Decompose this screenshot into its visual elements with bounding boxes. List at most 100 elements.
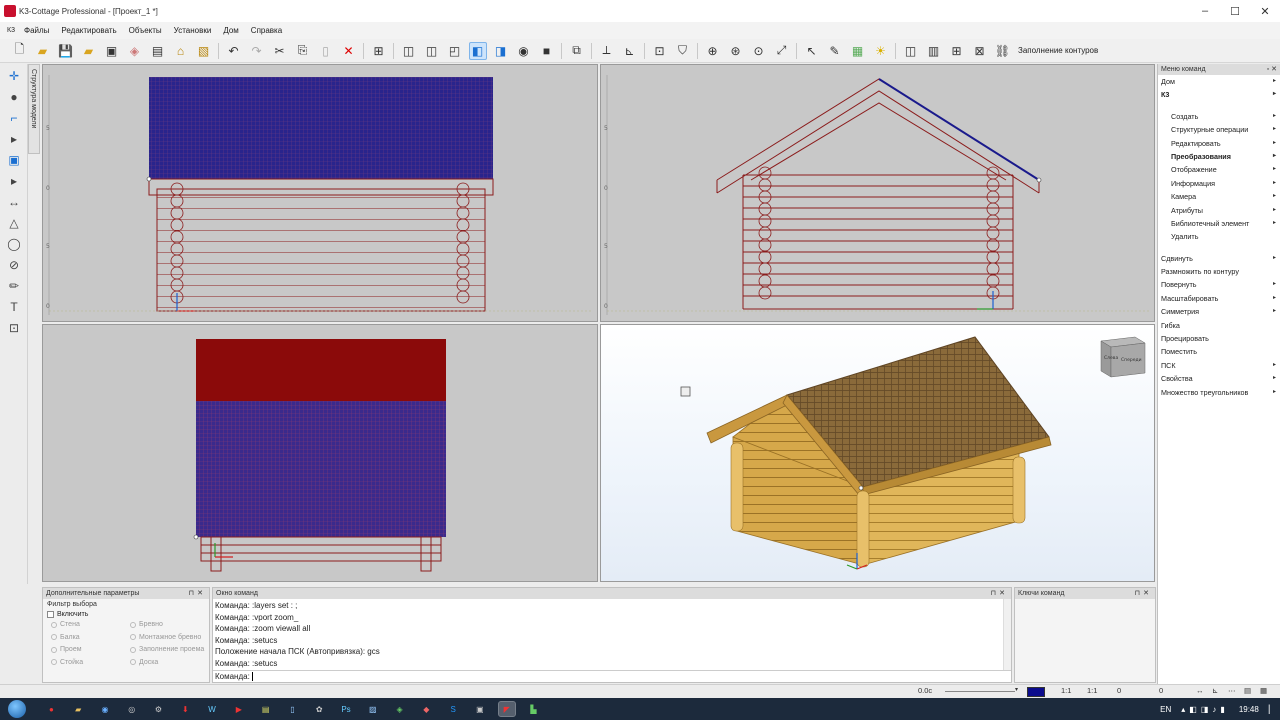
layout-icon[interactable]: ▥ [925,42,943,60]
tool-icon[interactable]: ⚙ [151,702,167,716]
open-folder-icon[interactable]: ▰ [34,42,52,60]
filter-option-post[interactable]: Стойка [51,657,130,669]
command-menu-item[interactable]: Редактировать ▸ [1158,137,1280,150]
menu-help[interactable]: Справка [245,26,288,35]
command-menu-item[interactable]: Атрибуты ▸ [1158,204,1280,217]
tray-icons[interactable]: ▴◧◨♪▮ [1181,705,1229,714]
light-bulb-icon[interactable]: ☀ [872,42,890,60]
pencil-icon[interactable]: ✏ [4,277,24,295]
view-side-icon[interactable]: ◫ [423,42,441,60]
player-icon[interactable]: ▶ [231,702,247,716]
structure-model-tab[interactable]: Структура модели [28,64,40,154]
point-icon[interactable]: ● [4,88,24,106]
clock[interactable]: 19:48 [1239,705,1259,714]
close-button[interactable]: ✕ [1250,0,1280,22]
zoom-extents-icon[interactable]: ⤢ [773,42,791,60]
photoshop-icon[interactable]: Ps [338,702,354,716]
grid-remove-icon[interactable]: ⊠ [971,42,989,60]
layers-icon[interactable]: ⧉ [568,42,586,60]
command-menu-item[interactable]: Проецировать [1158,332,1280,345]
texture-icon[interactable]: ▦ [849,42,867,60]
paste-icon[interactable]: ▯ [317,42,335,60]
filter-option-mount-log[interactable]: Монтажное бревно [130,632,209,644]
zoom-in-icon[interactable]: ⊕ [704,42,722,60]
axes-icon[interactable]: ⟂ [598,42,616,60]
shield-icon[interactable]: ⛉ [674,42,692,60]
fill-contours-icon[interactable]: ⛓ [994,42,1012,60]
split-view-icon[interactable]: ◫ [902,42,920,60]
command-menu-item[interactable]: Библиотечный элемент ▸ [1158,217,1280,230]
four-views-icon[interactable]: ⊞ [370,42,388,60]
settings-toggle-icon[interactable]: ▦ [1260,686,1267,695]
app-w-icon[interactable]: W [204,702,220,716]
text-icon[interactable]: T [4,298,24,316]
filter-option-log[interactable]: Бревно [130,619,209,631]
command-menu-item[interactable]: Структурные операции ▸ [1158,123,1280,136]
skype-icon[interactable]: S [445,702,461,716]
filter-option-opening-fill[interactable]: Заполнение проема [130,644,209,656]
command-menu-item[interactable]: ПСК ▸ [1158,359,1280,372]
select-pointer-icon[interactable]: ↖ [803,42,821,60]
maximize-button[interactable]: ☐ [1220,0,1250,22]
doc-icon[interactable]: ▯ [284,702,300,716]
save-icon[interactable]: 💾 [57,42,75,60]
files-icon[interactable]: ▤ [258,702,274,716]
app-img-icon[interactable]: ▨ [365,702,381,716]
command-menu-item[interactable]: Размножить по контуру [1158,265,1280,278]
grid-icon[interactable]: ⊞ [948,42,966,60]
current-color-swatch[interactable] [1027,687,1045,697]
save-all-icon[interactable]: ▣ [103,42,121,60]
minimize-button[interactable]: – [1190,0,1220,22]
dimension-icon[interactable]: ↔ [4,193,24,211]
view-iso-icon[interactable]: ◧ [468,41,487,60]
library-icon[interactable]: ◈ [126,42,144,60]
command-menu-item[interactable]: Свойства ▸ [1158,372,1280,385]
filter-option-beam[interactable]: Балка [51,632,130,644]
view-3d-icon[interactable]: ◨ [492,42,510,60]
panel-close-icon[interactable]: ▫ ✕ [1267,64,1277,75]
app-green-icon[interactable]: ◈ [392,702,408,716]
solid-box-icon[interactable]: ▣ [4,151,24,169]
app-misc-icon[interactable]: ▙ [525,702,541,716]
snap-icon[interactable]: ⊾ [1212,686,1218,695]
copy-icon[interactable]: ⎘ [294,42,312,60]
command-menu-item[interactable]: Поместить [1158,345,1280,358]
menu-files[interactable]: Файлы [18,26,55,35]
menu-objects[interactable]: Объекты [123,26,168,35]
params-pin-icon[interactable]: ⊓✕ [189,588,206,599]
zoom-window-icon[interactable]: ⊛ [727,42,745,60]
zoom-all-icon[interactable]: ⊙ [750,42,768,60]
keys-controls[interactable]: ⊓✕ [1135,588,1152,599]
cut-icon[interactable]: ✂ [271,42,289,60]
polyline-icon[interactable]: ⌐ [4,109,24,127]
ortho-icon[interactable]: ↔ [1196,686,1204,695]
new-file-icon[interactable]: 🗋 [11,42,29,60]
arrow-right-icon-2[interactable]: ▸ [4,172,24,190]
circle-icon[interactable]: ◯ [4,235,24,253]
command-menu-item[interactable]: Создать ▸ [1158,110,1280,123]
view-top-icon[interactable]: ◰ [446,42,464,60]
opera-icon[interactable]: ● [43,702,59,716]
no-entry-icon[interactable]: ⊘ [4,256,24,274]
view-eye-icon[interactable]: ◉ [515,42,533,60]
command-menu-item[interactable]: Масштабировать ▸ [1158,292,1280,305]
view-front-icon[interactable]: ◫ [400,42,418,60]
app-red-icon[interactable]: ◆ [418,702,434,716]
camera-icon[interactable]: ■ [538,42,556,60]
gear-app-icon[interactable]: ✿ [311,702,327,716]
redo-icon[interactable]: ↷ [248,42,266,60]
zoom-slider[interactable] [945,691,1015,692]
layers-toggle-icon[interactable]: ▤ [1244,686,1251,695]
viewport-3d[interactable]: Слева Спереди [600,324,1155,582]
folder-icon[interactable]: ▰ [80,42,98,60]
filter-option-opening[interactable]: Проем [51,644,130,656]
filter-option-board[interactable]: Доска [130,657,209,669]
command-menu-item[interactable]: Сдвинуть ▸ [1158,252,1280,265]
command-menu-item[interactable]: Отображение ▸ [1158,163,1280,176]
menu-k3-icon[interactable]: К3 [4,27,18,34]
command-scrollbar[interactable] [1003,599,1011,671]
command-window-controls[interactable]: ⊓✕ [991,588,1008,599]
menu-edit[interactable]: Редактировать [55,26,122,35]
viewport-top[interactable] [42,324,598,582]
viewport-front[interactable]: 5 0 5 0 [42,64,598,322]
